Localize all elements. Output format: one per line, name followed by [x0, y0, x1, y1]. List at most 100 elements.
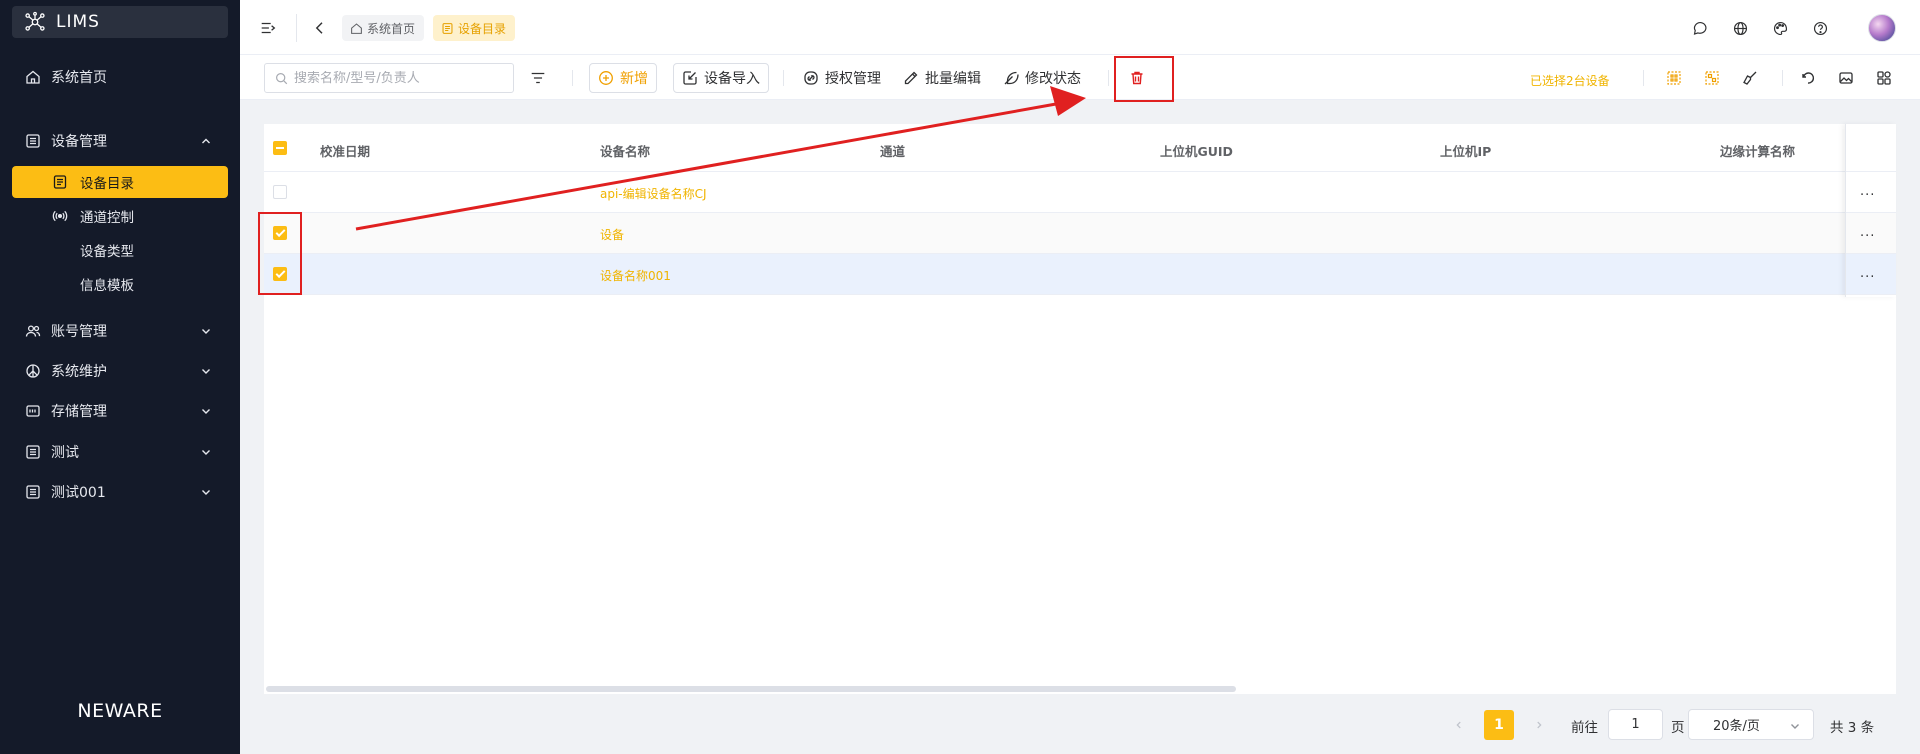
sidebar-item-label: 账号管理	[51, 324, 107, 340]
goto-label: 前往	[1571, 720, 1598, 736]
page-unit-label: 页	[1671, 720, 1685, 736]
table-row[interactable]: 设备名称001	[264, 254, 1896, 295]
list-box-icon	[25, 133, 41, 149]
cell-device-name[interactable]: 设备名称001	[600, 267, 671, 284]
message-icon[interactable]	[1690, 18, 1710, 38]
pencil-icon	[903, 70, 919, 86]
breadcrumb-device-catalog[interactable]: 设备目录	[433, 15, 516, 41]
device-table: 校准日期 设备名称 通道 上位机GUID 上位机IP 边缘计算名称 api-编辑…	[264, 124, 1896, 694]
link-icon	[803, 70, 819, 86]
refresh-icon[interactable]	[1798, 68, 1818, 88]
sidebar-item-channel-control[interactable]: 通道控制	[12, 200, 228, 232]
chevron-down-icon	[202, 450, 210, 455]
divider	[1108, 70, 1109, 86]
goto-page-input[interactable]	[1608, 709, 1663, 740]
qr-code-icon[interactable]	[1702, 68, 1722, 88]
app-name: LIMS	[56, 12, 100, 32]
select-all-checkbox[interactable]	[273, 141, 287, 155]
list-box-icon	[25, 444, 41, 460]
chevron-down-icon	[202, 329, 210, 334]
divider	[572, 70, 573, 86]
chevron-down-icon	[202, 369, 210, 374]
divider	[1782, 70, 1783, 86]
document-icon	[52, 174, 68, 190]
sidebar-item-info-template[interactable]: 信息模板	[12, 268, 228, 300]
prev-page-button[interactable]	[1444, 710, 1474, 740]
palette-icon[interactable]	[1770, 18, 1790, 38]
back-icon[interactable]	[310, 18, 330, 38]
chevron-right-icon	[1537, 721, 1542, 729]
network-logo-icon	[25, 11, 45, 31]
chevron-down-icon	[1791, 724, 1799, 729]
sidebar-item-account-management[interactable]: 账号管理	[0, 313, 240, 349]
sidebar-item-device-catalog[interactable]: 设备目录	[12, 166, 228, 198]
sidebar-item-label: 设备管理	[51, 134, 107, 150]
sidebar-item-label: 设备目录	[80, 176, 134, 192]
help-icon[interactable]	[1810, 18, 1830, 38]
sidebar-item-label: 测试001	[51, 485, 106, 501]
chevron-up-icon	[202, 138, 210, 144]
home-icon	[25, 69, 41, 85]
column-header[interactable]: 设备名称	[600, 141, 650, 160]
cell-device-name[interactable]: api-编辑设备名称CJ	[600, 185, 707, 202]
sidebar-item-label: 存储管理	[51, 404, 107, 420]
import-button[interactable]: 设备导入	[673, 63, 769, 93]
apps-icon[interactable]	[1874, 68, 1894, 88]
globe-icon[interactable]	[1730, 18, 1750, 38]
document-icon	[441, 22, 454, 35]
chevron-down-icon	[202, 409, 210, 414]
table-row[interactable]: 设备	[264, 213, 1896, 254]
sidebar: LIMS 系统首页 设备管理 设备目录 通道控制 设备类型 信息模板 账号管理 …	[0, 0, 240, 754]
delete-highlight-box	[1114, 56, 1174, 102]
sidebar-item-home[interactable]: 系统首页	[0, 59, 240, 95]
divider	[1643, 70, 1644, 86]
column-header[interactable]: 上位机IP	[1440, 141, 1491, 160]
page-size-value: 20条/页	[1713, 719, 1760, 734]
chevron-down-icon	[202, 490, 210, 495]
image-icon[interactable]	[1836, 68, 1856, 88]
table-row[interactable]: api-编辑设备名称CJ	[264, 172, 1896, 213]
breadcrumb-label: 设备目录	[458, 21, 507, 36]
sidebar-item-label: 通道控制	[80, 210, 134, 226]
home-icon	[350, 22, 363, 35]
page-number-button[interactable]: 1	[1484, 710, 1514, 740]
cell-device-name[interactable]: 设备	[600, 226, 624, 243]
filter-icon[interactable]	[528, 68, 548, 88]
users-icon	[25, 323, 41, 339]
import-icon	[682, 70, 698, 86]
menu-collapse-icon[interactable]	[258, 18, 278, 38]
column-header[interactable]: 通道	[880, 141, 905, 160]
column-header[interactable]: 边缘计算名称	[1720, 141, 1795, 160]
row-more-button[interactable]: ...	[1860, 184, 1875, 199]
selected-count: 已选择2台设备	[1530, 74, 1610, 88]
app-logo[interactable]: LIMS	[12, 6, 228, 38]
sidebar-item-storage-management[interactable]: 存储管理	[0, 393, 240, 429]
search-icon	[276, 72, 288, 84]
row-more-button[interactable]: ...	[1860, 266, 1875, 281]
broom-icon[interactable]	[1740, 68, 1760, 88]
change-status-button[interactable]: 修改状态	[1003, 63, 1081, 93]
column-header[interactable]: 校准日期	[320, 141, 370, 160]
sidebar-item-device-type[interactable]: 设备类型	[12, 234, 228, 266]
avatar[interactable]	[1868, 14, 1896, 42]
horizontal-scrollbar[interactable]	[266, 686, 1236, 692]
sidebar-item-test001[interactable]: 测试001	[0, 474, 240, 510]
sidebar-item-label: 测试	[51, 445, 79, 461]
authorization-button[interactable]: 授权管理	[803, 63, 881, 93]
sidebar-item-system-maintenance[interactable]: 系统维护	[0, 353, 240, 389]
row-more-button[interactable]: ...	[1860, 225, 1875, 240]
sidebar-item-label: 设备类型	[80, 244, 134, 260]
next-page-button[interactable]	[1524, 710, 1554, 740]
qr-select-icon[interactable]	[1664, 68, 1684, 88]
batch-edit-label: 批量编辑	[925, 71, 981, 87]
batch-edit-button[interactable]: 批量编辑	[903, 63, 981, 93]
add-button[interactable]: 新增	[589, 63, 657, 93]
page-size-select[interactable]: 20条/页	[1688, 709, 1814, 740]
search-input[interactable]	[294, 70, 504, 86]
row-checkbox[interactable]	[273, 185, 287, 199]
plus-circle-icon	[598, 70, 614, 86]
column-header[interactable]: 上位机GUID	[1160, 141, 1233, 160]
sidebar-item-device-management[interactable]: 设备管理	[0, 123, 240, 159]
sidebar-item-test[interactable]: 测试	[0, 434, 240, 470]
breadcrumb-home[interactable]: 系统首页	[342, 15, 425, 41]
